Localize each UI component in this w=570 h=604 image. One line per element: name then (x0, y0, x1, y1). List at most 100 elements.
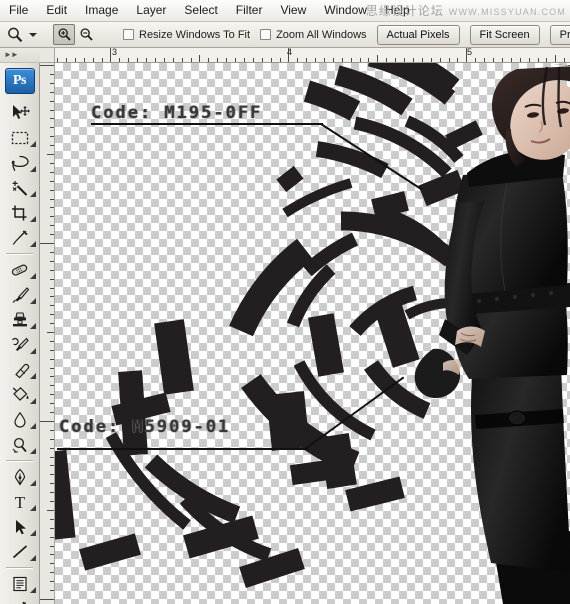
flyout-triangle-icon[interactable] (30, 216, 36, 222)
zoom-all-windows-checkbox[interactable]: Zoom All Windows (260, 29, 366, 41)
flyout-triangle-icon[interactable] (30, 398, 36, 404)
tool-eyedropper[interactable] (0, 225, 40, 250)
watermark-url: WWW.MISSYUAN.COM (449, 7, 566, 17)
fit-screen-button[interactable]: Fit Screen (470, 25, 540, 45)
tool-notes[interactable] (0, 571, 40, 596)
history-brush-icon (10, 336, 30, 354)
print-size-button[interactable]: Print Size (550, 25, 570, 45)
resize-windows-to-fit-checkbox[interactable]: Resize Windows To Fit (123, 29, 250, 41)
crop-icon (10, 204, 30, 222)
pen-nib-icon (10, 468, 30, 486)
tool-lasso[interactable] (0, 150, 40, 175)
toolbox-panel: ►► Ps (0, 48, 40, 604)
flyout-triangle-icon[interactable] (30, 298, 36, 304)
menu-layer[interactable]: Layer (128, 1, 174, 20)
tool-history-brush[interactable] (0, 332, 40, 357)
tool-line-shape[interactable] (0, 539, 40, 564)
paintbrush-icon (10, 286, 30, 304)
paint-bucket-icon (10, 386, 30, 404)
menu-select[interactable]: Select (176, 1, 225, 20)
zoom-in-icon (57, 27, 72, 42)
type-T-icon: T (10, 493, 30, 511)
magic-wand-icon (10, 179, 30, 197)
tool-blur[interactable] (0, 407, 40, 432)
zoom-mode-toggle (53, 24, 97, 45)
flyout-triangle-icon[interactable] (30, 348, 36, 354)
menu-edit[interactable]: Edit (38, 1, 75, 20)
ruler-origin-corner[interactable] (40, 48, 55, 63)
tool-paint-bucket[interactable] (0, 382, 40, 407)
flyout-triangle-icon[interactable] (30, 587, 36, 593)
actual-pixels-button[interactable]: Actual Pixels (377, 25, 460, 45)
flyout-triangle-icon[interactable] (30, 423, 36, 429)
vertical-ruler[interactable] (40, 63, 55, 604)
flyout-triangle-icon[interactable] (30, 373, 36, 379)
flyout-triangle-icon[interactable] (30, 555, 36, 561)
photoshop-window: File Edit Image Layer Select Filter View… (0, 0, 570, 604)
toolbox-titlebar[interactable]: ►► (0, 48, 40, 63)
watermark: 思缘设计论坛 WWW.MISSYUAN.COM (366, 2, 566, 19)
tool-clone-stamp[interactable] (0, 307, 40, 332)
toolbox-divider (6, 460, 33, 461)
ruler-label-5: 5 (467, 48, 472, 57)
flyout-triangle-icon[interactable] (30, 191, 36, 197)
chevron-down-icon[interactable] (29, 33, 37, 37)
tool-magic-wand[interactable] (0, 175, 40, 200)
flyout-triangle-icon[interactable] (30, 480, 36, 486)
zoom-tool-icon (6, 26, 24, 44)
resize-windows-to-fit-label: Resize Windows To Fit (139, 29, 250, 41)
toolbox-divider (6, 567, 33, 568)
double-chevron-right-icon[interactable]: ►► (4, 51, 18, 59)
leader-line-bottom (57, 448, 309, 450)
notes-page-icon (10, 575, 30, 593)
menu-view[interactable]: View (272, 1, 314, 20)
tool-path-selection[interactable] (0, 514, 40, 539)
tool-dodge[interactable] (0, 432, 40, 457)
ruler-label-3: 3 (112, 48, 117, 57)
tool-move[interactable] (0, 100, 40, 125)
menu-file[interactable]: File (1, 1, 36, 20)
arrow-move-icon (10, 104, 30, 122)
flyout-triangle-icon[interactable] (30, 141, 36, 147)
checkbox-box[interactable] (123, 29, 134, 40)
waterdrop-icon (10, 411, 30, 429)
flyout-triangle-icon[interactable] (30, 323, 36, 329)
eraser-icon (10, 361, 30, 379)
tool-pen[interactable] (0, 464, 40, 489)
dodge-icon (10, 436, 30, 454)
zoom-out-button[interactable] (75, 24, 97, 45)
menu-image[interactable]: Image (77, 1, 126, 20)
watermark-cn: 思缘设计论坛 (366, 2, 444, 19)
tool-color-sampler[interactable] (0, 596, 40, 604)
flyout-triangle-icon[interactable] (30, 448, 36, 454)
flyout-triangle-icon[interactable] (30, 166, 36, 172)
tool-crop[interactable] (0, 200, 40, 225)
flyout-triangle-icon[interactable] (30, 505, 36, 511)
ruler-label-4: 4 (287, 48, 292, 57)
options-bar: Resize Windows To Fit Zoom All Windows A… (0, 22, 570, 48)
flyout-triangle-icon[interactable] (30, 530, 36, 536)
tool-rectangular-marquee[interactable] (0, 125, 40, 150)
eyedropper-alt-icon (10, 600, 30, 604)
leader-line-top (91, 123, 323, 125)
horizontal-ruler[interactable]: 3 4 5 (55, 48, 570, 63)
tool-horizontal-type[interactable]: T (0, 489, 40, 514)
line-shape-icon (10, 543, 30, 561)
menu-bar: File Edit Image Layer Select Filter View… (0, 0, 570, 22)
active-tool-preset[interactable] (6, 24, 24, 46)
code-label-top: Code: M195-0FF (91, 103, 262, 123)
image-canvas[interactable]: Code: M195-0FF Code: M5909-01 (55, 63, 570, 604)
photoshop-logo: Ps (5, 68, 35, 94)
tool-eraser[interactable] (0, 357, 40, 382)
black-arrow-icon (10, 518, 30, 536)
menu-filter[interactable]: Filter (228, 1, 271, 20)
lasso-icon (10, 154, 30, 172)
tool-brush[interactable] (0, 282, 40, 307)
eyedropper-icon (10, 229, 30, 247)
zoom-in-button[interactable] (53, 24, 75, 45)
flyout-triangle-icon[interactable] (30, 241, 36, 247)
tool-healing-brush[interactable] (0, 257, 40, 282)
flyout-triangle-icon[interactable] (30, 273, 36, 279)
checkbox-box[interactable] (260, 29, 271, 40)
zoom-out-icon (79, 27, 94, 42)
